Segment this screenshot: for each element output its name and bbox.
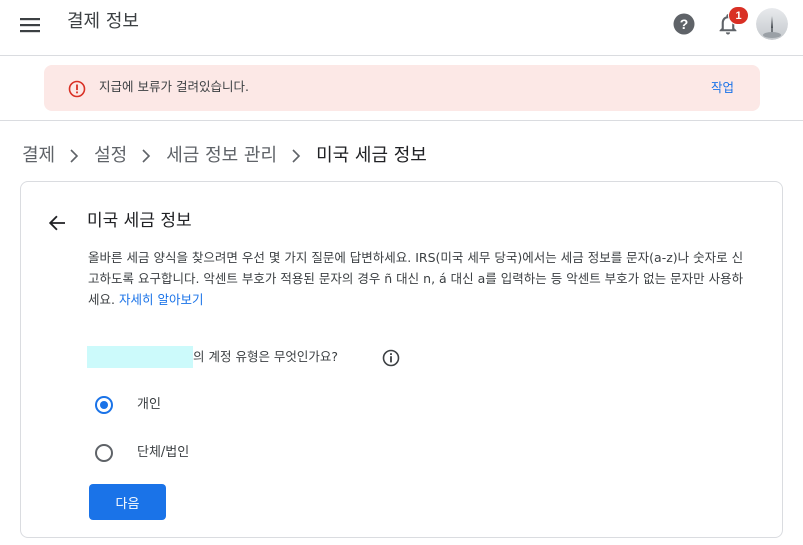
- error-icon: [68, 80, 86, 98]
- radio-individual[interactable]: [95, 396, 113, 414]
- alert-message: 지급에 보류가 걸려있습니다.: [99, 79, 249, 94]
- notification-count-badge: 1: [728, 6, 749, 25]
- svg-text:?: ?: [680, 16, 689, 32]
- option-entity-label: 단체/법인: [137, 445, 190, 460]
- learn-more-link[interactable]: 자세히 알아보기: [119, 292, 203, 307]
- help-icon[interactable]: ?: [673, 13, 695, 35]
- option-individual-label: 개인: [137, 397, 161, 412]
- option-entity[interactable]: 단체/법인: [95, 444, 189, 462]
- payment-hold-alert: 지급에 보류가 걸려있습니다. 작업: [44, 65, 760, 111]
- option-individual[interactable]: 개인: [95, 396, 161, 414]
- tax-description: 올바른 세금 양식을 찾으려면 우선 몇 가지 질문에 답변하세요. IRS(미…: [88, 247, 748, 310]
- hamburger-menu-icon[interactable]: [20, 15, 40, 35]
- chevron-right-icon: [70, 149, 79, 163]
- chevron-right-icon: [292, 149, 301, 163]
- info-icon[interactable]: [382, 349, 400, 367]
- account-type-question: 의 계정 유형은 무엇인가요?: [193, 349, 339, 364]
- chevron-right-icon: [142, 149, 151, 163]
- card-title: 미국 세금 정보: [87, 211, 192, 231]
- user-avatar[interactable]: [756, 8, 788, 40]
- breadcrumb-us-tax-info: 미국 세금 정보: [316, 145, 427, 166]
- app-title: 결제 정보: [67, 11, 139, 32]
- header-divider: [0, 120, 803, 121]
- back-arrow-icon[interactable]: [47, 213, 67, 233]
- redacted-account-name: [87, 346, 193, 368]
- top-app-bar: 결제 정보 ? 1: [0, 0, 803, 56]
- breadcrumb-payments[interactable]: 결제: [22, 143, 55, 169]
- us-tax-info-card: 미국 세금 정보 올바른 세금 양식을 찾으려면 우선 몇 가지 질문에 답변하…: [20, 181, 783, 538]
- breadcrumb: 결제 설정 세금 정보 관리 미국 세금 정보: [22, 143, 427, 169]
- alert-action-link[interactable]: 작업: [711, 79, 734, 97]
- radio-entity[interactable]: [95, 444, 113, 462]
- breadcrumb-settings[interactable]: 설정: [94, 143, 127, 169]
- breadcrumb-manage-tax-info[interactable]: 세금 정보 관리: [166, 143, 277, 169]
- next-button[interactable]: 다음: [89, 484, 166, 520]
